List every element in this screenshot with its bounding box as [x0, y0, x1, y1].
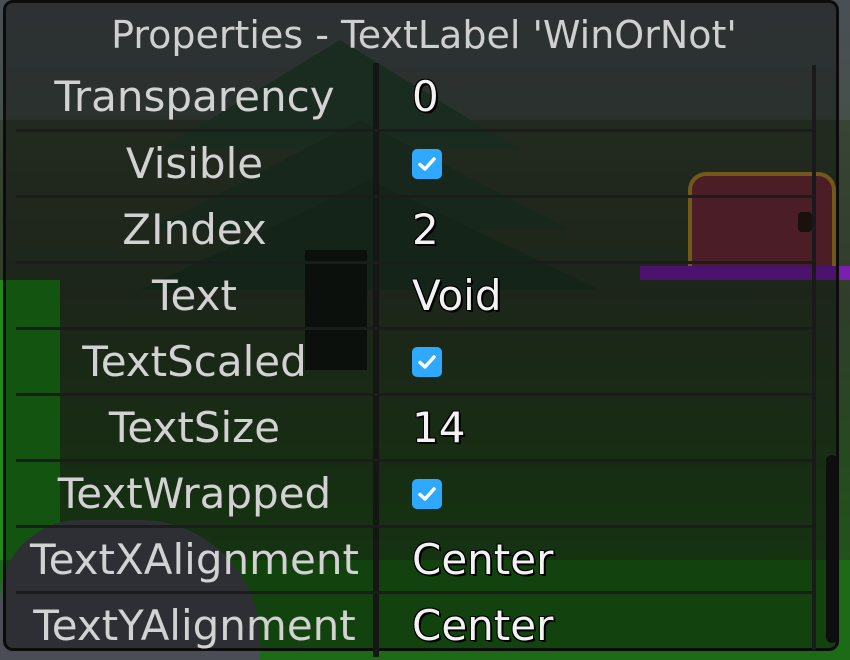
property-value[interactable]: 14: [412, 396, 816, 459]
column-divider: [373, 528, 379, 591]
property-value[interactable]: Center: [412, 594, 816, 657]
property-name: TextSize: [108, 403, 281, 452]
property-value-text: 14: [412, 403, 466, 452]
property-value[interactable]: Center: [412, 528, 816, 591]
property-row-transparency: Transparency 0: [16, 63, 816, 129]
property-value[interactable]: Void: [412, 264, 816, 327]
checkmark-icon: [418, 354, 436, 369]
property-name: Visible: [125, 139, 264, 188]
property-name: TextYAlignment: [33, 601, 356, 650]
property-name: Text: [152, 271, 237, 320]
grid-right-border: [812, 65, 816, 650]
property-value[interactable]: [412, 132, 816, 195]
checkmark-icon: [418, 156, 436, 171]
property-row-textscaled: TextScaled: [16, 327, 816, 393]
checkbox-checked[interactable]: [412, 148, 442, 179]
property-value-text: Center: [412, 601, 554, 650]
property-row-text: Text Void: [16, 261, 816, 327]
property-row-textsize: TextSize 14: [16, 393, 816, 459]
column-divider: [373, 264, 379, 327]
panel-title: Properties - TextLabel 'WinOrNot': [111, 13, 737, 57]
property-row-zindex: ZIndex 2: [16, 195, 816, 261]
property-value-text: 0: [412, 71, 439, 121]
properties-grid: Transparency 0 Visible ZIndex 2 Text Voi…: [16, 63, 816, 657]
property-value-text: 2: [412, 205, 439, 254]
properties-panel: Properties - TextLabel 'WinOrNot' Transp…: [3, 0, 839, 657]
property-value[interactable]: [412, 462, 816, 525]
column-divider: [373, 63, 379, 129]
property-row-textxalignment: TextXAlignment Center: [16, 525, 816, 591]
property-row-textyalignment: TextYAlignment Center: [16, 591, 816, 657]
property-value[interactable]: [412, 330, 816, 393]
column-divider: [373, 132, 379, 195]
property-value-text: Center: [412, 535, 554, 584]
checkbox-checked[interactable]: [412, 346, 442, 377]
property-name: TextWrapped: [57, 469, 332, 518]
column-divider: [373, 198, 379, 261]
property-value[interactable]: 0: [412, 63, 816, 129]
property-name: Transparency: [54, 71, 335, 121]
property-row-textwrapped: TextWrapped: [16, 459, 816, 525]
column-divider: [373, 396, 379, 459]
property-row-visible: Visible: [16, 129, 816, 195]
scrollbar[interactable]: [826, 455, 838, 643]
checkmark-icon: [418, 486, 436, 501]
property-value-text: Void: [412, 271, 502, 320]
column-divider: [373, 462, 379, 525]
checkbox-checked[interactable]: [412, 478, 442, 509]
property-value[interactable]: 2: [412, 198, 816, 261]
property-name: ZIndex: [122, 205, 267, 254]
column-divider: [373, 330, 379, 393]
property-name: TextScaled: [82, 337, 307, 386]
property-name: TextXAlignment: [30, 535, 359, 584]
column-divider: [373, 594, 379, 657]
